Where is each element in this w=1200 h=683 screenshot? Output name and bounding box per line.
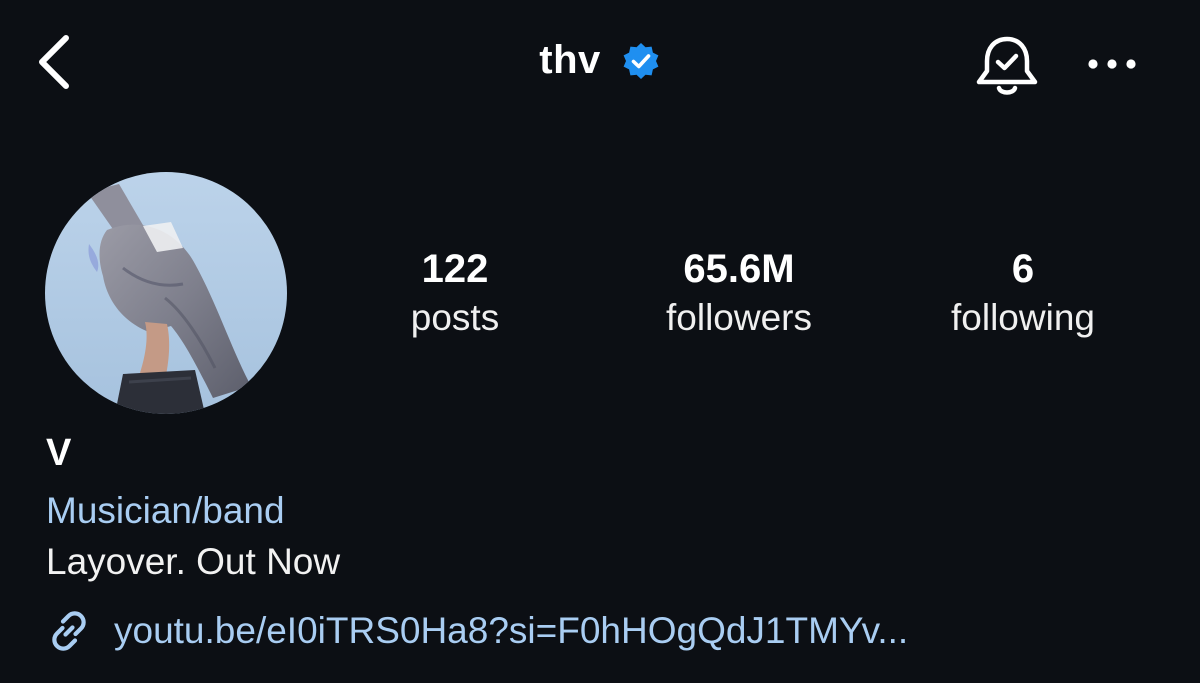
notification-bell-icon bbox=[976, 36, 1038, 95]
following-count: 6 bbox=[1011, 247, 1035, 291]
link-icon bbox=[52, 611, 86, 651]
more-options-button[interactable] bbox=[1082, 46, 1142, 82]
more-horizontal-icon bbox=[1088, 59, 1136, 69]
bio-link-text: youtu.be/eI0iTRS0Ha8?si=F0hHOgQdJ1TMYv..… bbox=[114, 610, 909, 651]
followers-stat[interactable]: 65.6M followers bbox=[609, 245, 869, 343]
verified-badge-icon bbox=[623, 42, 659, 79]
profile-avatar[interactable] bbox=[45, 172, 287, 414]
username-header[interactable]: thv bbox=[539, 38, 661, 83]
top-navigation-bar: thv bbox=[0, 0, 1200, 130]
profile-bio: Layover. Out Now bbox=[46, 541, 341, 582]
posts-stat[interactable]: 122 posts bbox=[325, 245, 585, 343]
posts-count: 122 bbox=[421, 247, 489, 291]
posts-label: posts bbox=[410, 297, 500, 338]
following-stat[interactable]: 6 following bbox=[893, 245, 1153, 343]
following-label: following bbox=[951, 297, 1095, 338]
profile-category: Musician/band bbox=[46, 490, 285, 531]
notifications-button[interactable] bbox=[968, 34, 1046, 100]
followers-count: 65.6M bbox=[683, 247, 795, 291]
username-label: thv bbox=[539, 38, 601, 82]
profile-display-name: V bbox=[46, 432, 72, 474]
bio-link[interactable]: youtu.be/eI0iTRS0Ha8?si=F0hHOgQdJ1TMYv..… bbox=[46, 606, 908, 656]
followers-label: followers bbox=[666, 297, 812, 338]
profile-photo bbox=[45, 172, 287, 414]
